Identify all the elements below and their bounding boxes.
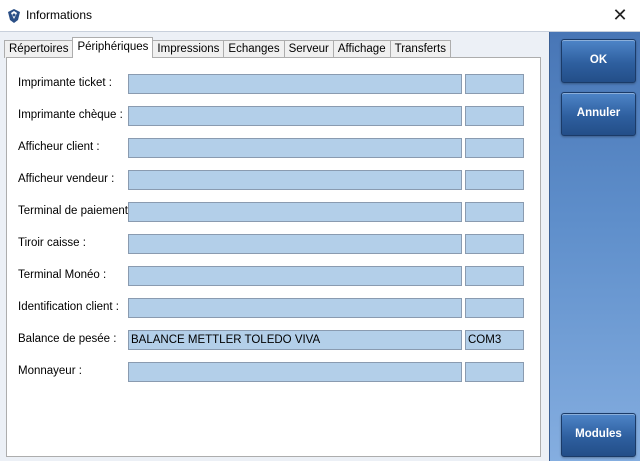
field-label: Afficheur vendeur : (18, 173, 115, 185)
cancel-button[interactable]: Annuler (561, 92, 636, 136)
tab-strip: Répertoires Périphériques Impressions Ec… (4, 37, 451, 58)
modules-button[interactable]: Modules (561, 413, 636, 457)
customer-display-port-field[interactable] (465, 138, 524, 158)
field-label: Imprimante chèque : (18, 109, 123, 121)
peripherals-panel: Imprimante ticket : Imprimante chèque : … (6, 57, 541, 457)
scale-port-field[interactable]: COM3 (465, 330, 524, 350)
row-scale: Balance de pesée : BALANCE METTLER TOLED… (7, 330, 542, 350)
dialog-body: Répertoires Périphériques Impressions Ec… (0, 31, 640, 461)
row-seller-display: Afficheur vendeur : (7, 170, 542, 190)
tab-impressions[interactable]: Impressions (152, 40, 225, 58)
customer-id-field[interactable] (128, 298, 462, 318)
cash-drawer-field[interactable] (128, 234, 462, 254)
row-payment-terminal: Terminal de paiement : (7, 202, 542, 222)
field-label: Terminal Monéo : (18, 269, 107, 281)
customer-display-field[interactable] (128, 138, 462, 158)
coin-changer-field[interactable] (128, 362, 462, 382)
tab-transferts[interactable]: Transferts (389, 40, 451, 58)
ticket-printer-field[interactable] (128, 74, 462, 94)
scale-field[interactable]: BALANCE METTLER TOLEDO VIVA (128, 330, 462, 350)
field-label: Imprimante ticket : (18, 77, 112, 89)
field-label: Monnayeur : (18, 365, 82, 377)
tab-peripheriques[interactable]: Périphériques (72, 37, 154, 58)
window-title: Informations (26, 8, 93, 22)
row-customer-id: Identification client : (7, 298, 542, 318)
field-label: Balance de pesée : (18, 333, 117, 345)
seller-display-field[interactable] (128, 170, 462, 190)
row-ticket-printer: Imprimante ticket : (7, 74, 542, 94)
row-customer-display: Afficheur client : (7, 138, 542, 158)
row-check-printer: Imprimante chèque : (7, 106, 542, 126)
tab-echanges[interactable]: Echanges (223, 40, 285, 58)
check-printer-field[interactable] (128, 106, 462, 126)
row-moneo-terminal: Terminal Monéo : (7, 266, 542, 286)
seller-display-port-field[interactable] (465, 170, 524, 190)
moneo-terminal-field[interactable] (128, 266, 462, 286)
action-sidebar: OK Annuler Modules (549, 32, 640, 461)
ticket-printer-port-field[interactable] (465, 74, 524, 94)
moneo-terminal-port-field[interactable] (465, 266, 524, 286)
coin-changer-port-field[interactable] (465, 362, 524, 382)
title-bar: Informations ✕ (0, 0, 640, 31)
check-printer-port-field[interactable] (465, 106, 524, 126)
row-coin-changer: Monnayeur : (7, 362, 542, 382)
tab-affichage[interactable]: Affichage (332, 40, 391, 58)
payment-terminal-field[interactable] (128, 202, 462, 222)
customer-id-port-field[interactable] (465, 298, 524, 318)
row-cash-drawer: Tiroir caisse : (7, 234, 542, 254)
close-icon: ✕ (612, 5, 628, 26)
tab-repertoires[interactable]: Répertoires (4, 40, 74, 58)
app-logo-icon (8, 9, 20, 23)
cash-drawer-port-field[interactable] (465, 234, 524, 254)
close-button[interactable]: ✕ (600, 0, 640, 31)
payment-terminal-port-field[interactable] (465, 202, 524, 222)
field-label: Terminal de paiement : (18, 205, 135, 217)
field-label: Tiroir caisse : (18, 237, 86, 249)
ok-button[interactable]: OK (561, 39, 636, 83)
field-label: Afficheur client : (18, 141, 100, 153)
tab-serveur[interactable]: Serveur (283, 40, 334, 58)
field-label: Identification client : (18, 301, 120, 313)
